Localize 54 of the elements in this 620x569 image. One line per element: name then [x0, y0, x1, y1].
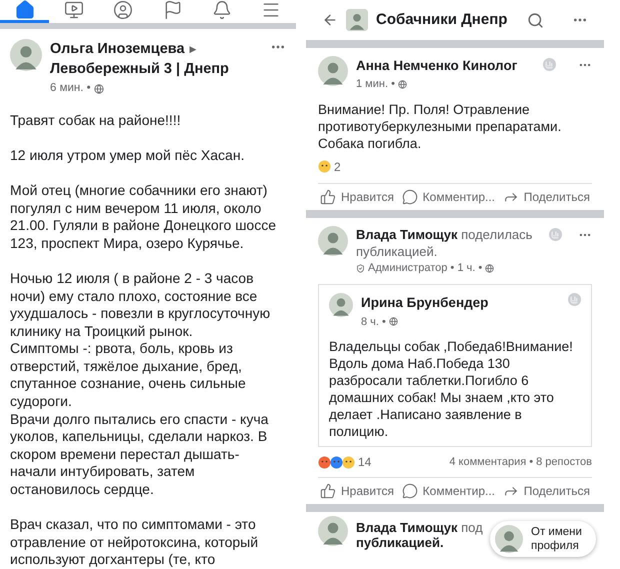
video-icon [64, 0, 84, 20]
group-name[interactable]: Левобережный 3 | Днепр [50, 60, 262, 78]
comment-icon [402, 188, 418, 205]
post-paragraph: 12 июля утром умер мой пёс Хасан. [10, 146, 246, 164]
post-time: 8 ч. • [361, 314, 386, 330]
comment-button[interactable]: Комментир... [402, 482, 496, 500]
pages-icon [162, 0, 183, 20]
post-paragraph: Врач сказал, что по симптомами - это отравление от нейротоксина, который используют догхантеры (те, кто [10, 516, 260, 569]
post-stats[interactable]: 4 комментария • 8 репостов [449, 454, 592, 470]
post-text: Внимание! Пр. Поля! Отравление противотуберкулезными препаратами. Собака погибла. [318, 100, 562, 152]
identity-pill[interactable]: От имени профиля [490, 521, 596, 557]
search-icon[interactable] [527, 12, 544, 28]
reaction-count: 2 [334, 158, 341, 176]
author-avatar [318, 516, 348, 546]
comment-button[interactable]: Комментир... [402, 188, 496, 206]
like-icon [320, 188, 336, 205]
author-name[interactable]: Анна Немченко Кинолог [356, 56, 535, 76]
notifications-icon [212, 0, 232, 20]
profile-icon [113, 0, 134, 20]
group-avatar [346, 9, 368, 31]
share-button[interactable]: Поделиться [502, 482, 590, 500]
like-button[interactable]: Нравится [320, 482, 394, 500]
comment-icon [402, 483, 418, 499]
post-text: Владельцы собак ,Победа6!Внимание! Вдоль дома Наб.Победа 130 разбросали таблетки.Погибло 6 домашних собак! Мы знаем ,кто это делает .Написано заявление в полицию. [329, 338, 574, 440]
share-header: Влада Тимощук поделилась публикацией. [356, 226, 534, 260]
post-paragraph: Мой отец (многие собачники его знают) погулял с ним вечером 11 июля, около 21.00. Гуляли в районе Донецкого шоссе 123, проспект Мира, озеро Курячье. [10, 182, 277, 252]
author-name[interactable]: Ирина Брунбендер [361, 293, 560, 314]
author-avatar [318, 226, 348, 256]
arrow-glyph: ▶ [190, 42, 197, 56]
author-name[interactable]: Ольга Иноземцева [50, 38, 185, 60]
post-meta: Администратор • 1 ч. • [368, 260, 482, 276]
author-avatar [329, 293, 353, 318]
admin-icon [356, 264, 365, 272]
back-icon[interactable] [322, 12, 338, 28]
author-avatar [10, 38, 42, 71]
like-icon [320, 483, 336, 499]
post-paragraph: Травят собак на районе!!!! [10, 112, 182, 130]
author-avatar [318, 56, 348, 86]
shared-post[interactable]: Ирина Брунбендер 8 ч. • Владельцы собак ,Победа6!Внимание! Вдоль дома Наб.Победа 130 разбросали таблетки.Погибло 6 домашних собак! Мы знаем ,кто это делает .Написано заявление в полицию. [318, 284, 592, 447]
group-title: Собачники Днепр [376, 10, 508, 30]
pill-label: От имени профиля [531, 525, 582, 553]
globe-icon [94, 84, 104, 94]
like-button[interactable]: Нравится [320, 188, 394, 206]
post-time: 1 мин. • [356, 77, 395, 92]
profile-avatar [495, 525, 523, 553]
home-icon [14, 0, 35, 20]
reaction-count: 14 [358, 454, 372, 471]
share-button[interactable]: Поделиться [502, 188, 590, 206]
globe-icon [398, 80, 407, 89]
post-paragraph: Ночью 12 июля ( в районе 2 - 3 часов ночи) ему стало плохо, состояние все ухудшалось - повезли в круглосуточную клинику на Троицкий рынок. Симптомы -: рвота, боль, кровь из отверстий, тяжёлое дыхание, бред, спутанное сознание, очень сильные судороги. Врачи долго пытались его спасти - куча уколов, капельницы, сделали наркоз. В скором времени перестал дышать- начали интубировать, затем остановилось сердце. [10, 270, 272, 499]
post-time: 6 мин. • [50, 81, 91, 96]
share-header: Влада Тимощук под публикацией. [356, 519, 483, 552]
globe-icon [388, 317, 398, 326]
globe-icon [485, 264, 494, 272]
